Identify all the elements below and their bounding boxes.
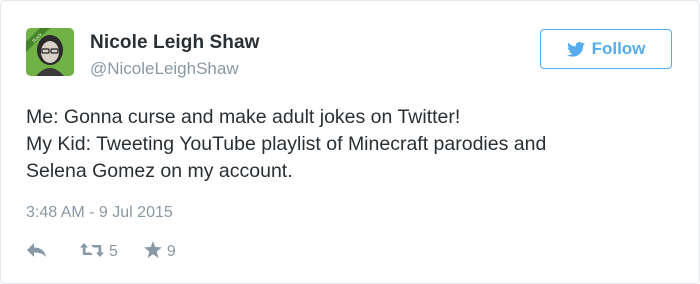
- author-name[interactable]: Nicole Leigh Shaw: [90, 32, 260, 54]
- favorite-button[interactable]: 9: [144, 241, 176, 263]
- tweet-line: My Kid: Tweeting YouTube playlist of Min…: [26, 133, 547, 155]
- twitter-bird-icon: [566, 41, 585, 57]
- avatar-image: Rock: [26, 28, 74, 76]
- follow-label: Follow: [591, 39, 646, 58]
- tweet-text: Me: Gonna curse and make adult jokes on …: [26, 104, 676, 185]
- tweet-line: Me: Gonna curse and make adult jokes on …: [26, 106, 461, 128]
- reply-icon: [26, 242, 48, 263]
- tweet-card: Rock Nicole Leigh Shaw @NicoleLeighShaw …: [0, 0, 700, 284]
- retweet-count: 5: [109, 243, 118, 260]
- favorite-count: 9: [166, 243, 176, 260]
- avatar[interactable]: Rock: [26, 28, 74, 76]
- follow-button[interactable]: Follow: [540, 29, 672, 69]
- reply-button[interactable]: [26, 242, 48, 263]
- tweet-timestamp[interactable]: 3:48 AM - 9 Jul 2015: [26, 204, 173, 222]
- tweet-actions: 5 9: [26, 240, 176, 264]
- tweet-line: Selena Gomez on my account.: [26, 160, 293, 182]
- retweet-icon: [80, 242, 104, 263]
- star-icon: [144, 241, 162, 263]
- author-handle[interactable]: @NicoleLeighShaw: [90, 59, 239, 79]
- retweet-button[interactable]: 5: [80, 242, 118, 263]
